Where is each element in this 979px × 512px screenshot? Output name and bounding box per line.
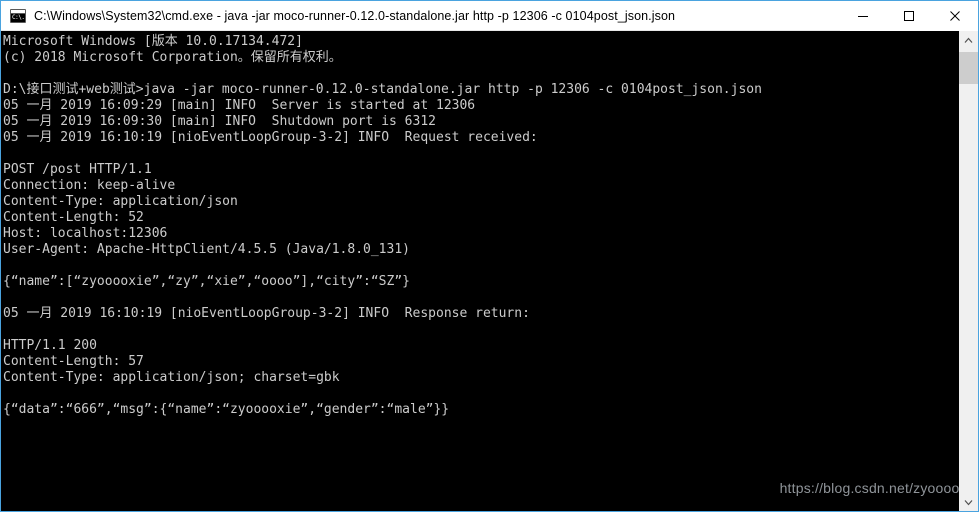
console-line: HTTP/1.1 200 — [3, 338, 97, 353]
maximize-icon — [904, 10, 914, 21]
minimize-button[interactable] — [840, 0, 886, 31]
title-bar[interactable]: C:\. C:\Windows\System32\cmd.exe - java … — [1, 0, 978, 31]
console-line: (c) 2018 Microsoft Corporation。保留所有权利。 — [3, 50, 342, 65]
close-icon — [950, 10, 960, 21]
console-line: User-Agent: Apache-HttpClient/4.5.5 (Jav… — [3, 242, 410, 257]
console-line: D:\接口测试+web测试>java -jar moco-runner-0.12… — [3, 82, 762, 97]
console-line: Content-Length: 52 — [3, 210, 144, 225]
console-line: {“name”:[“zyooooxie”,“zy”,“xie”,“oooo”],… — [3, 274, 410, 289]
console-line: Host: localhost:12306 — [3, 226, 168, 241]
console-line: Connection: keep-alive — [3, 178, 176, 193]
cmd-icon-prompt: C:\. — [12, 13, 25, 21]
console-line: {“data”:“666”,“msg”:{“name”:“zyooooxie”,… — [3, 402, 450, 417]
maximize-button[interactable] — [886, 0, 932, 31]
scroll-up-button[interactable] — [959, 31, 978, 49]
console-output[interactable]: Microsoft Windows [版本 10.0.17134.472] (c)… — [1, 31, 959, 511]
chevron-down-icon — [964, 499, 973, 505]
cmd-icon: C:\. — [10, 8, 26, 23]
console-line: 05 一月 2019 16:10:19 [nioEventLoopGroup-3… — [3, 130, 538, 145]
scrollbar-thumb[interactable] — [959, 52, 978, 84]
console-line: Content-Type: application/json — [3, 194, 238, 209]
scroll-down-button[interactable] — [959, 493, 978, 511]
console-line: Content-Type: application/json; charset=… — [3, 370, 340, 385]
console-line: Microsoft Windows [版本 10.0.17134.472] — [3, 34, 303, 49]
console-line: 05 一月 2019 16:09:30 [main] INFO Shutdown… — [3, 114, 436, 129]
console-line: POST /post HTTP/1.1 — [3, 162, 152, 177]
vertical-scrollbar[interactable] — [959, 31, 978, 511]
console-line: 05 一月 2019 16:10:19 [nioEventLoopGroup-3… — [3, 306, 530, 321]
caption-buttons — [840, 0, 978, 31]
console-line: Content-Length: 57 — [3, 354, 144, 369]
console-area: Microsoft Windows [版本 10.0.17134.472] (c)… — [1, 31, 978, 511]
cmd-window: C:\. C:\Windows\System32\cmd.exe - java … — [0, 0, 979, 512]
window-title: C:\Windows\System32\cmd.exe - java -jar … — [34, 8, 676, 23]
chevron-up-icon — [964, 37, 973, 43]
console-line: 05 一月 2019 16:09:29 [main] INFO Server i… — [3, 98, 476, 113]
minimize-icon — [858, 15, 868, 17]
close-button[interactable] — [932, 0, 978, 31]
scrollbar-track[interactable] — [959, 49, 978, 493]
